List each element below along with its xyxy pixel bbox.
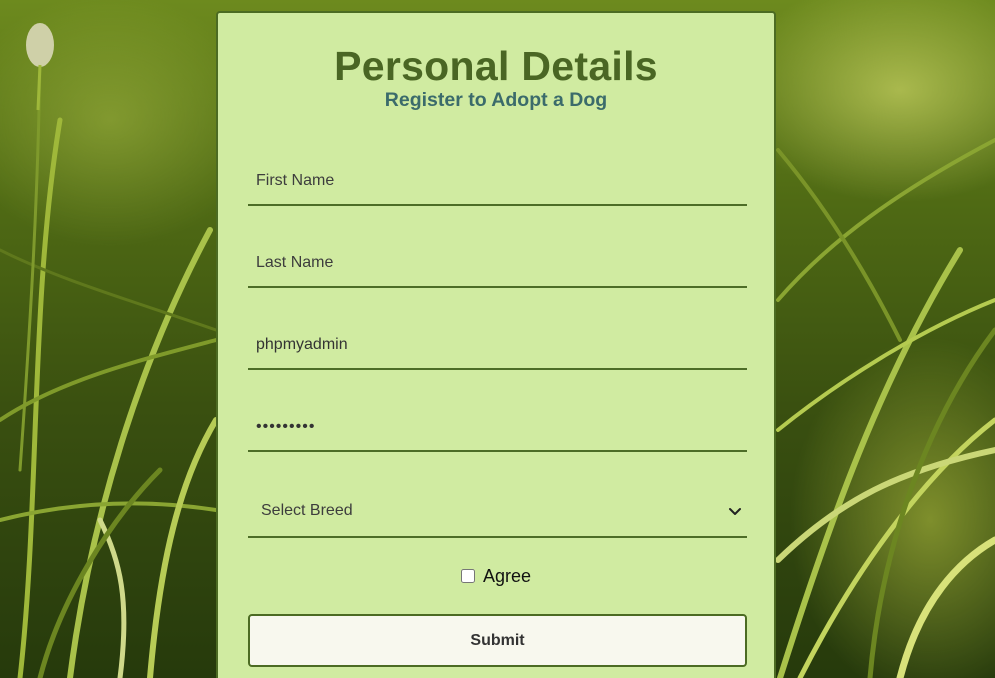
chevron-down-icon	[729, 508, 741, 515]
first-name-input[interactable]	[248, 158, 747, 206]
agree-label: Agree	[482, 566, 532, 586]
submit-button[interactable]: Submit	[248, 614, 747, 667]
page-title: Personal Details	[334, 43, 658, 89]
agree-row: Agree	[218, 566, 774, 587]
registration-form-card: Personal Details Register to Adopt a Dog…	[216, 11, 776, 678]
breed-select-value: Select Breed	[261, 502, 353, 519]
username-input[interactable]	[248, 322, 747, 370]
page-subtitle: Register to Adopt a Dog	[384, 89, 608, 111]
password-input[interactable]	[248, 404, 747, 452]
agree-checkbox[interactable]	[460, 569, 475, 583]
last-name-input[interactable]	[248, 240, 747, 288]
breed-select[interactable]: Select Breed	[248, 488, 747, 538]
